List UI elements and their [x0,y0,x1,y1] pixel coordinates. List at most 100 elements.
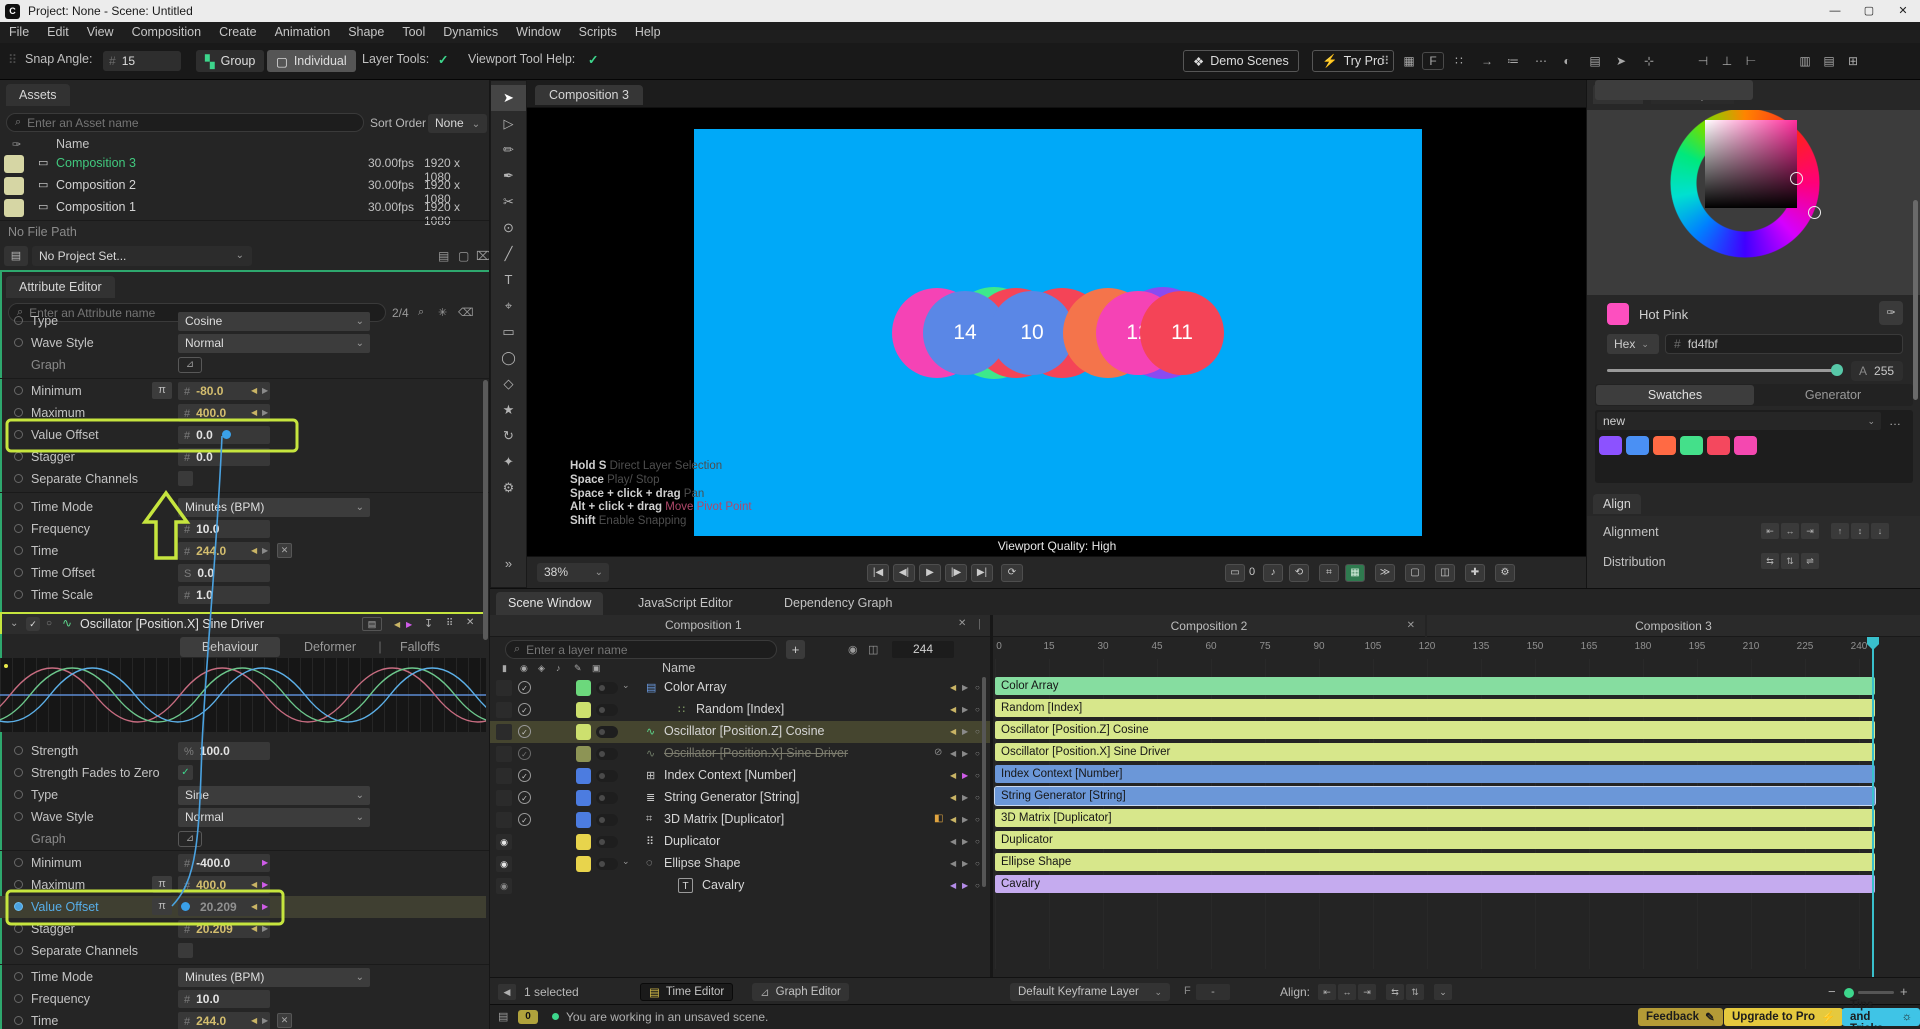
toolbar-icon[interactable]: ⊥ [1716,51,1738,71]
distribute-gap-button[interactable]: ⇌ [1801,553,1819,569]
timeline-track-selected[interactable]: String Generator [String] [994,786,1876,806]
layer-color-swatch[interactable] [576,724,591,740]
attr-connector[interactable] [14,590,23,599]
composition-1-title[interactable]: Composition 1 [665,618,742,632]
add-layer-button[interactable]: + [786,640,805,659]
prev-keyframe-icon[interactable]: ◀ [950,727,956,736]
scrollbar[interactable] [1913,200,1918,400]
attr-connector[interactable] [14,902,23,911]
lock-cell[interactable] [496,746,512,762]
layer-name[interactable]: Ellipse Shape [664,856,740,870]
layer-name[interactable]: Oscillator [Position.Z] Cosine [664,724,824,738]
toolbar-icon[interactable]: ▤ [1584,51,1606,71]
select-tool[interactable]: ➤ [491,85,526,111]
layer-search-input[interactable] [526,642,768,657]
visibility-eye-icon[interactable]: ◉ [496,856,512,872]
layer-name[interactable]: Cavalry [702,878,744,892]
prev-keyframe-icon[interactable]: ◀ [251,1016,257,1025]
camera-toggle[interactable] [596,770,618,782]
align-left-button[interactable]: ⇤ [1761,523,1779,539]
columns-icon[interactable]: ◫ [868,643,878,656]
prev-keyframe-icon[interactable]: ◀ [950,859,956,868]
layer-row[interactable]: ◉ ⠿ Duplicator ◀ ▶ ○ [490,831,990,853]
attr-connector[interactable] [14,812,23,821]
solo-filter-icon[interactable]: ◉ [848,643,858,656]
prev-keyframe-icon[interactable]: ◀ [251,546,257,555]
solo-radio[interactable]: ○ [46,618,52,629]
settings-tool[interactable]: ⚙ [491,475,526,501]
toolbar-icon[interactable]: ⊢ [1740,51,1762,71]
next-keyframe-icon[interactable]: ▶ [262,924,268,933]
scrollbar[interactable] [982,677,986,887]
camera-column-icon[interactable]: ▣ [592,663,601,674]
prev-keyframe-icon[interactable]: ◀ [950,881,956,890]
swatch-chip[interactable] [1707,436,1730,455]
strength-field[interactable]: % 100.0 [178,742,270,760]
viewport-help-check-icon[interactable]: ✓ [588,52,598,67]
tab-scene-window[interactable]: Scene Window [496,592,604,615]
prev-keyframe-icon[interactable]: ◀ [251,924,257,933]
stopwatch-icon[interactable]: ○ [975,771,980,780]
tips-and-tricks-button[interactable]: Tips and Tricks ☼ [1842,999,1920,1029]
asset-search[interactable]: ⌕ [6,113,364,132]
next-keyframe-icon[interactable]: ▶ [962,837,968,846]
menu-file[interactable]: File [0,22,38,43]
oscillator-header[interactable]: ⌄ ✓ ○ ∿ Oscillator [Position.X] Sine Dri… [0,612,486,634]
separate-channels-checkbox[interactable] [178,943,193,958]
enabled-toggle[interactable]: ✓ [518,725,531,738]
attr-connector[interactable] [14,430,23,439]
prev-keyframe-icon[interactable]: ◀ [950,683,956,692]
swatch-chip[interactable] [1626,436,1649,455]
tab-dependency-graph[interactable]: Dependency Graph [772,592,904,615]
next-keyframe-icon[interactable]: ▶ [262,408,268,417]
frequency-field[interactable]: #10.0 [178,990,270,1008]
menu-window[interactable]: Window [507,22,569,43]
menu-scripts[interactable]: Scripts [570,22,626,43]
camera-toggle[interactable] [596,792,618,804]
next-keyframe-icon[interactable]: ▶ [962,749,968,758]
visibility-column-icon[interactable]: ◉ [520,663,528,674]
onion-skin-icon[interactable]: ▭ [1225,564,1245,582]
default-keyframe-layer-dropdown[interactable]: Default Keyframe Layer ⌄ [1010,983,1170,1001]
attr-connector[interactable] [14,994,23,1003]
menu-animation[interactable]: Animation [266,22,340,43]
enabled-toggle[interactable]: ✓ [518,769,531,782]
next-keyframe-icon[interactable]: ▶ [962,859,968,868]
timeline-track[interactable]: 3D Matrix [Duplicator] [995,809,1875,827]
menu-edit[interactable]: Edit [38,22,78,43]
more-tools-button[interactable]: » [491,551,526,577]
stopwatch-icon[interactable]: ○ [975,727,980,736]
next-keyframe-icon[interactable]: ▶ [262,858,268,867]
layer-name[interactable]: Random [Index] [696,702,784,716]
grid-icon[interactable]: ⌗ [1319,564,1339,582]
toolbar-icon[interactable]: ≔ [1502,51,1524,71]
toolbar-icon[interactable]: ➤ [1610,51,1632,71]
next-keyframe-icon[interactable]: ▶ [962,705,968,714]
asset-search-input[interactable] [27,115,355,130]
align-keys-left-button[interactable]: ⇤ [1318,984,1336,1000]
timeline-track[interactable]: Cavalry [995,875,1875,893]
warning-badge[interactable]: 0 [518,1010,538,1024]
guides-icon[interactable]: ≫ [1375,564,1395,582]
playhead[interactable] [1872,637,1874,979]
composition-canvas[interactable]: 14 10 12 11 [694,129,1422,536]
swatch-chip[interactable] [1680,436,1703,455]
layer-row-selected[interactable]: ✓ ∿ Oscillator [Position.Z] Cosine ◀ ▶ ○ [490,721,990,743]
camera-toggle[interactable] [596,726,618,738]
menu-dynamics[interactable]: Dynamics [434,22,507,43]
visibility-eye-icon[interactable]: ◉ [496,878,512,894]
next-keyframe-icon[interactable]: ▶ [962,793,968,802]
tab-generator[interactable]: Generator [1755,385,1911,405]
next-keyframe-icon[interactable]: ▶ [262,386,268,395]
attr-connector[interactable] [14,524,23,533]
tab-composition-3[interactable]: Composition 3 [535,85,643,105]
layer-name[interactable]: Oscillator [Position.X] Sine Driver [664,746,848,760]
layer-row[interactable]: ◉ ⌄ ◌ Ellipse Shape ◀ ▶ ○ [490,853,990,875]
timeline-track[interactable]: Ellipse Shape [995,853,1875,871]
project-set-icon[interactable]: ▤ [4,246,28,266]
tab-falloffs[interactable]: Falloffs [388,637,452,657]
tab-assets[interactable]: Assets [6,84,70,106]
layer-color-swatch[interactable] [576,834,591,850]
refresh-icon[interactable]: ⟲ [1289,564,1309,582]
attr-connector[interactable] [14,452,23,461]
